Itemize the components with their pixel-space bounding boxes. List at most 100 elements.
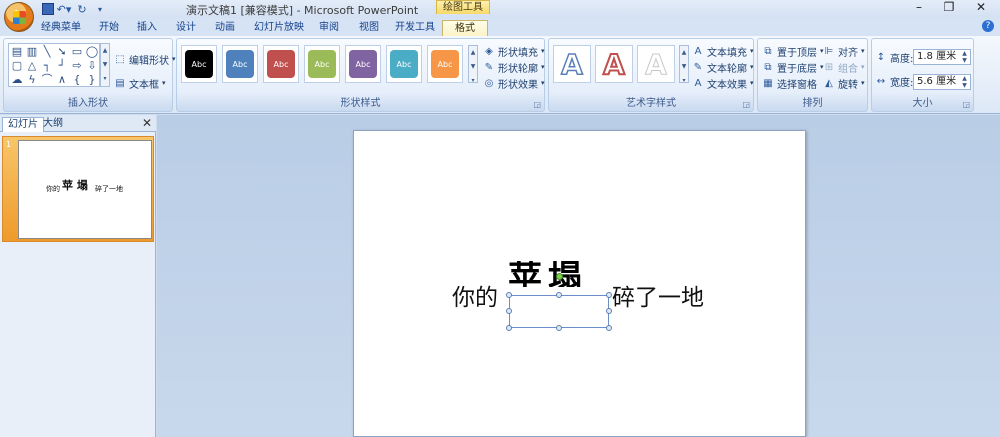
resize-handle-w[interactable] — [506, 308, 512, 314]
size-launcher-icon[interactable]: ◲ — [962, 100, 970, 109]
height-spin-arrows[interactable]: ▲ ▼ — [960, 50, 969, 64]
rotate-icon: ◭ — [825, 77, 833, 89]
wordart-launcher-icon[interactable]: ◲ — [742, 100, 750, 109]
minimize-button[interactable]: – — [904, 0, 934, 16]
resize-handle-s[interactable] — [556, 325, 562, 331]
line-shape-icon[interactable]: ╲ — [40, 45, 54, 59]
tab-view[interactable]: 视图 — [356, 20, 382, 36]
help-icon[interactable]: ? — [982, 20, 994, 32]
align-button[interactable]: ⊫ 对齐 ▾ — [823, 43, 865, 59]
edit-shape-button[interactable]: ⬚ 编辑形状 ▾ — [114, 51, 175, 67]
office-button[interactable] — [4, 2, 34, 32]
brace-right-shape-icon[interactable]: } — [85, 73, 99, 87]
vertical-textbox-shape-icon[interactable]: ▥ — [25, 45, 39, 59]
tab-insert[interactable]: 插入 — [134, 20, 160, 36]
shape-style-preset-label: Abc — [431, 50, 459, 78]
wordart-preset-outline[interactable]: A — [553, 45, 591, 83]
text-effects-button[interactable]: A 文本效果 ▾ — [692, 75, 754, 91]
triangle-shape-icon[interactable]: △ — [25, 59, 39, 73]
oval-shape-icon[interactable]: ◯ — [85, 45, 99, 59]
shape-style-preset[interactable]: Abc — [427, 45, 463, 83]
brace-left-shape-icon[interactable]: { — [70, 73, 84, 87]
textbox-shape-icon[interactable]: ▤ — [10, 45, 24, 59]
panel-tabs: 幻灯片 大纲 ✕ — [0, 115, 156, 132]
bring-to-front-button[interactable]: ⧉ 置于顶层 ▾ — [762, 43, 823, 59]
save-icon[interactable] — [42, 3, 54, 15]
width-spin-arrows[interactable]: ▲ ▼ — [960, 75, 969, 89]
shape-effects-button[interactable]: ◎ 形状效果 ▾ — [483, 75, 545, 91]
tab-format[interactable]: 格式 — [442, 20, 488, 36]
resize-handle-se[interactable] — [606, 325, 612, 331]
height-spinner[interactable]: 1.8 厘米 ▲ ▼ — [913, 49, 971, 65]
shape-style-preset[interactable]: Abc — [181, 45, 217, 83]
tab-classic-menu[interactable]: 经典菜单 — [40, 20, 82, 36]
shape-style-preset[interactable]: Abc — [222, 45, 258, 83]
tab-animations[interactable]: 动画 — [212, 20, 238, 36]
resize-handle-ne[interactable] — [606, 292, 612, 298]
text-outline-button[interactable]: ✎ 文本轮廓 ▾ — [692, 59, 754, 75]
shape-fill-button[interactable]: ◈ 形状填充 ▾ — [483, 43, 544, 59]
window-title: 演示文稿1 [兼容模式] - Microsoft PowerPoint — [186, 4, 419, 17]
wordart-scroll[interactable]: ▲ ▼ ▾ — [679, 45, 689, 84]
slide-big-text[interactable]: 苹塌 — [508, 261, 588, 287]
arrow-line-shape-icon[interactable]: ➘ — [55, 45, 69, 59]
shape-style-preset-label: Abc — [267, 50, 295, 78]
slide-thumbnail-selected[interactable]: 1 你的 苹 塌 碎了一地 — [2, 136, 154, 242]
tab-developer[interactable]: 开发工具 — [394, 20, 436, 36]
lightning-shape-icon[interactable]: ϟ — [25, 73, 39, 87]
shapes-gallery-scroll[interactable]: ▲ ▼ ▾ — [100, 43, 110, 87]
shape-style-preset[interactable]: Abc — [304, 45, 340, 83]
shape-style-preset[interactable]: Abc — [263, 45, 299, 83]
resize-handle-sw[interactable] — [506, 325, 512, 331]
group-button[interactable]: ⊞ 组合 ▾ — [823, 59, 865, 75]
shape-style-preset-label: Abc — [390, 50, 418, 78]
tab-home[interactable]: 开始 — [96, 20, 122, 36]
freeform-shape-icon[interactable]: ∧ — [55, 73, 69, 87]
wordart-preset-red[interactable]: A — [595, 45, 633, 83]
shape-styles-launcher-icon[interactable]: ◲ — [533, 100, 541, 109]
rectangle-shape-icon[interactable]: ▭ — [70, 45, 84, 59]
slide-text-left[interactable]: 你的 — [452, 284, 498, 312]
selection-pane-button[interactable]: ▦ 选择窗格 — [762, 75, 817, 91]
restore-button[interactable]: ❐ — [934, 0, 964, 16]
tab-slideshow[interactable]: 幻灯片放映 — [252, 20, 306, 36]
elbow-arrow-shape-icon[interactable]: ┘ — [55, 59, 69, 73]
close-panel-icon[interactable]: ✕ — [142, 116, 152, 130]
wordart-preset-light[interactable]: A — [637, 45, 675, 83]
tab-outline[interactable]: 大纲 — [38, 117, 68, 132]
slide-thumbnail[interactable]: 你的 苹 塌 碎了一地 — [18, 140, 152, 239]
text-outline-icon: ✎ — [693, 61, 703, 73]
tab-review[interactable]: 审阅 — [316, 20, 342, 36]
callout-shape-icon[interactable]: ☁ — [10, 73, 24, 87]
elbow-connector-shape-icon[interactable]: ┐ — [40, 59, 54, 73]
slide-canvas[interactable]: 你的 苹塌 碎了一地 — [353, 130, 806, 437]
undo-icon[interactable]: ↶▾ — [56, 2, 72, 16]
resize-handle-n[interactable] — [556, 292, 562, 298]
text-box-button[interactable]: ▤ 文本框 ▾ — [114, 75, 165, 91]
close-button[interactable]: ✕ — [966, 0, 996, 16]
resize-handle-nw[interactable] — [506, 292, 512, 298]
right-arrow-shape-icon[interactable]: ⇨ — [70, 59, 84, 73]
shapes-gallery[interactable]: ▤ ▥ ╲ ➘ ▭ ◯ ▢ △ ┐ ┘ ⇨ ⇩ ☁ ϟ ⌒ ∧ { } — [8, 43, 100, 87]
shape-style-preset[interactable]: Abc — [386, 45, 422, 83]
group-label-insert-shapes: 插入形状 — [68, 98, 108, 109]
shape-styles-scroll[interactable]: ▲ ▼ ▾ — [468, 45, 478, 84]
text-fill-button[interactable]: A 文本填充 ▾ — [692, 43, 754, 59]
shape-outline-button[interactable]: ✎ 形状轮廓 ▾ — [483, 59, 545, 75]
resize-handle-e[interactable] — [606, 308, 612, 314]
slide-text-right[interactable]: 碎了一地 — [612, 284, 704, 312]
width-spinner[interactable]: 5.6 厘米 ▲ ▼ — [913, 74, 971, 90]
editing-area[interactable]: 你的 苹塌 碎了一地 — [157, 115, 1000, 437]
rounded-rect-shape-icon[interactable]: ▢ — [10, 59, 24, 73]
curve-shape-icon[interactable]: ⌒ — [40, 73, 54, 87]
rotate-button[interactable]: ◭ 旋转 ▾ — [823, 75, 864, 91]
rotation-handle[interactable] — [556, 273, 563, 280]
down-arrow-shape-icon[interactable]: ⇩ — [85, 59, 99, 73]
tab-design[interactable]: 设计 — [173, 20, 199, 36]
customize-qat-icon[interactable]: ▾ — [92, 2, 108, 16]
send-to-back-button[interactable]: ⧉ 置于底层 ▾ — [762, 59, 823, 75]
title-bar: ↶▾ ↻ ▾ 演示文稿1 [兼容模式] - Microsoft PowerPoi… — [0, 0, 1000, 32]
selected-textbox[interactable] — [509, 295, 609, 328]
shape-style-preset[interactable]: Abc — [345, 45, 381, 83]
redo-icon[interactable]: ↻ — [74, 2, 90, 16]
